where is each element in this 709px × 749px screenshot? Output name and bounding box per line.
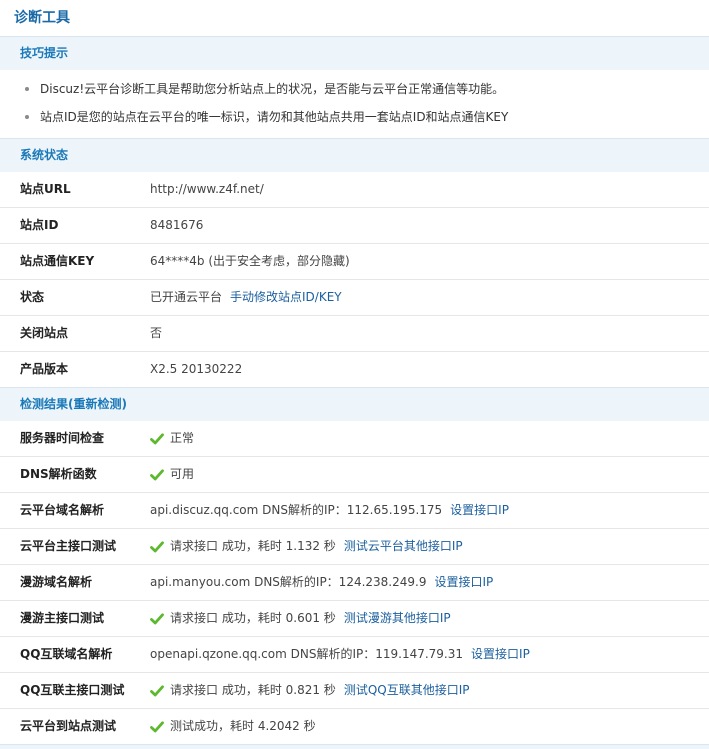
result-text: 请求接口 成功，耗时 0.601 秒 <box>170 611 336 625</box>
row-value: 请求接口 成功，耗时 0.821 秒 测试QQ互联其他接口IP <box>150 673 469 708</box>
results-table: 服务器时间检查 正常 DNS解析函数 可用 云平台域名解析 api.discuz… <box>0 421 709 744</box>
test-qq-connect-interface-link[interactable]: 测试QQ互联其他接口IP <box>344 673 470 708</box>
table-row: 站点ID 8481676 <box>0 208 709 244</box>
diagnostic-page: 诊断工具 技巧提示 Discuz!云平台诊断工具是帮助您分析站点上的状况，是否能… <box>0 0 709 749</box>
table-row: 漫游域名解析 api.manyou.com DNS解析的IP：124.238.2… <box>0 565 709 601</box>
row-label: 站点ID <box>20 218 59 232</box>
check-icon <box>150 540 164 552</box>
table-row: 云平台域名解析 api.discuz.qq.com DNS解析的IP：112.6… <box>0 493 709 529</box>
set-interface-ip-link[interactable]: 设置接口IP <box>471 637 530 672</box>
result-text: 请求接口 成功，耗时 0.821 秒 <box>170 683 336 697</box>
page-title: 诊断工具 <box>14 10 70 26</box>
result-text: 测试成功，耗时 4.2042 秒 <box>170 719 316 733</box>
row-value: 64****4b (出于安全考虑，部分隐藏) <box>150 244 354 279</box>
result-text: api.discuz.qq.com DNS解析的IP：112.65.195.17… <box>150 503 443 517</box>
row-label: 状态 <box>20 290 45 304</box>
row-value: 测试成功，耗时 4.2042 秒 <box>150 709 320 744</box>
check-icon <box>150 432 164 444</box>
row-label: 漫游域名解析 <box>20 575 93 589</box>
table-row: QQ互联主接口测试 请求接口 成功，耗时 0.821 秒 测试QQ互联其他接口I… <box>0 673 709 709</box>
row-value: api.discuz.qq.com DNS解析的IP：112.65.195.17… <box>150 493 509 528</box>
row-label: 站点URL <box>20 182 71 196</box>
table-row: 云平台到站点测试 测试成功，耗时 4.2042 秒 <box>0 709 709 744</box>
row-value: 已开通云平台 手动修改站点ID/KEY <box>150 280 342 315</box>
table-row: QQ互联域名解析 openapi.qzone.qq.com DNS解析的IP：1… <box>0 637 709 673</box>
row-value: http://www.z4f.net/ <box>150 172 268 207</box>
set-interface-ip-link[interactable]: 设置接口IP <box>450 493 509 528</box>
footer-bar <box>0 744 709 749</box>
test-manyou-interface-link[interactable]: 测试漫游其他接口IP <box>344 601 451 636</box>
row-value: 请求接口 成功，耗时 1.132 秒 测试云平台其他接口IP <box>150 529 463 564</box>
row-label: QQ互联域名解析 <box>20 647 113 661</box>
product-version-value: X2.5 20130222 <box>150 362 243 376</box>
table-row: 站点通信KEY 64****4b (出于安全考虑，部分隐藏) <box>0 244 709 280</box>
row-label: 云平台主接口测试 <box>20 539 117 553</box>
row-value: X2.5 20130222 <box>150 352 246 387</box>
result-text: api.manyou.com DNS解析的IP：124.238.249.9 <box>150 575 427 589</box>
tips-list: Discuz!云平台诊断工具是帮助您分析站点上的状况，是否能与云平台正常通信等功… <box>0 70 709 138</box>
site-closed-value: 否 <box>150 326 163 340</box>
row-label: 关闭站点 <box>20 326 69 340</box>
row-label: 服务器时间检查 <box>20 431 105 445</box>
check-icon <box>150 684 164 696</box>
row-value: 否 <box>150 316 166 351</box>
row-label: 漫游主接口测试 <box>20 611 105 625</box>
results-header[interactable]: 检测结果(重新检测) <box>0 387 709 421</box>
row-value: 8481676 <box>150 208 207 243</box>
table-row: 关闭站点 否 <box>0 316 709 352</box>
row-label: 站点通信KEY <box>20 254 95 268</box>
site-key-value: 64****4b (出于安全考虑，部分隐藏) <box>150 254 350 268</box>
table-row: 服务器时间检查 正常 <box>0 421 709 457</box>
row-value: openapi.qzone.qq.com DNS解析的IP：119.147.79… <box>150 637 530 672</box>
row-label: 云平台到站点测试 <box>20 719 117 733</box>
row-label: 云平台域名解析 <box>20 503 105 517</box>
row-value: api.manyou.com DNS解析的IP：124.238.249.9 设置… <box>150 565 493 600</box>
edit-site-key-link[interactable]: 手动修改站点ID/KEY <box>230 280 342 315</box>
check-icon <box>150 612 164 624</box>
table-row: 产品版本 X2.5 20130222 <box>0 352 709 387</box>
tips-header: 技巧提示 <box>0 36 709 70</box>
system-status-table: 站点URL http://www.z4f.net/ 站点ID 8481676 站… <box>0 172 709 387</box>
table-row: 漫游主接口测试 请求接口 成功，耗时 0.601 秒 测试漫游其他接口IP <box>0 601 709 637</box>
bullet-icon <box>25 115 29 119</box>
status-value: 已开通云平台 <box>150 290 223 304</box>
site-url-value: http://www.z4f.net/ <box>150 182 264 196</box>
tip-text: Discuz!云平台诊断工具是帮助您分析站点上的状况，是否能与云平台正常通信等功… <box>40 82 505 96</box>
table-row: DNS解析函数 可用 <box>0 457 709 493</box>
tip-text: 站点ID是您的站点在云平台的唯一标识，请勿和其他站点共用一套站点ID和站点通信K… <box>40 110 509 124</box>
set-interface-ip-link[interactable]: 设置接口IP <box>434 565 493 600</box>
result-text: 正常 <box>170 431 195 445</box>
row-label: 产品版本 <box>20 362 69 376</box>
check-icon <box>150 468 164 480</box>
table-row: 云平台主接口测试 请求接口 成功，耗时 1.132 秒 测试云平台其他接口IP <box>0 529 709 565</box>
table-row: 站点URL http://www.z4f.net/ <box>0 172 709 208</box>
row-value: 可用 <box>150 457 198 492</box>
tip-item: 站点ID是您的站点在云平台的唯一标识，请勿和其他站点共用一套站点ID和站点通信K… <box>0 103 709 131</box>
check-icon <box>150 720 164 732</box>
row-label: QQ互联主接口测试 <box>20 683 125 697</box>
test-cloud-interface-link[interactable]: 测试云平台其他接口IP <box>344 529 463 564</box>
row-value: 正常 <box>150 421 198 456</box>
result-text: openapi.qzone.qq.com DNS解析的IP：119.147.79… <box>150 647 464 661</box>
site-id-value: 8481676 <box>150 218 204 232</box>
table-row: 状态 已开通云平台 手动修改站点ID/KEY <box>0 280 709 316</box>
tip-item: Discuz!云平台诊断工具是帮助您分析站点上的状况，是否能与云平台正常通信等功… <box>0 75 709 103</box>
system-status-header: 系统状态 <box>0 138 709 172</box>
result-text: 请求接口 成功，耗时 1.132 秒 <box>170 539 336 553</box>
row-label: DNS解析函数 <box>20 467 97 481</box>
row-value: 请求接口 成功，耗时 0.601 秒 测试漫游其他接口IP <box>150 601 451 636</box>
bullet-icon <box>25 87 29 91</box>
result-text: 可用 <box>170 467 195 481</box>
